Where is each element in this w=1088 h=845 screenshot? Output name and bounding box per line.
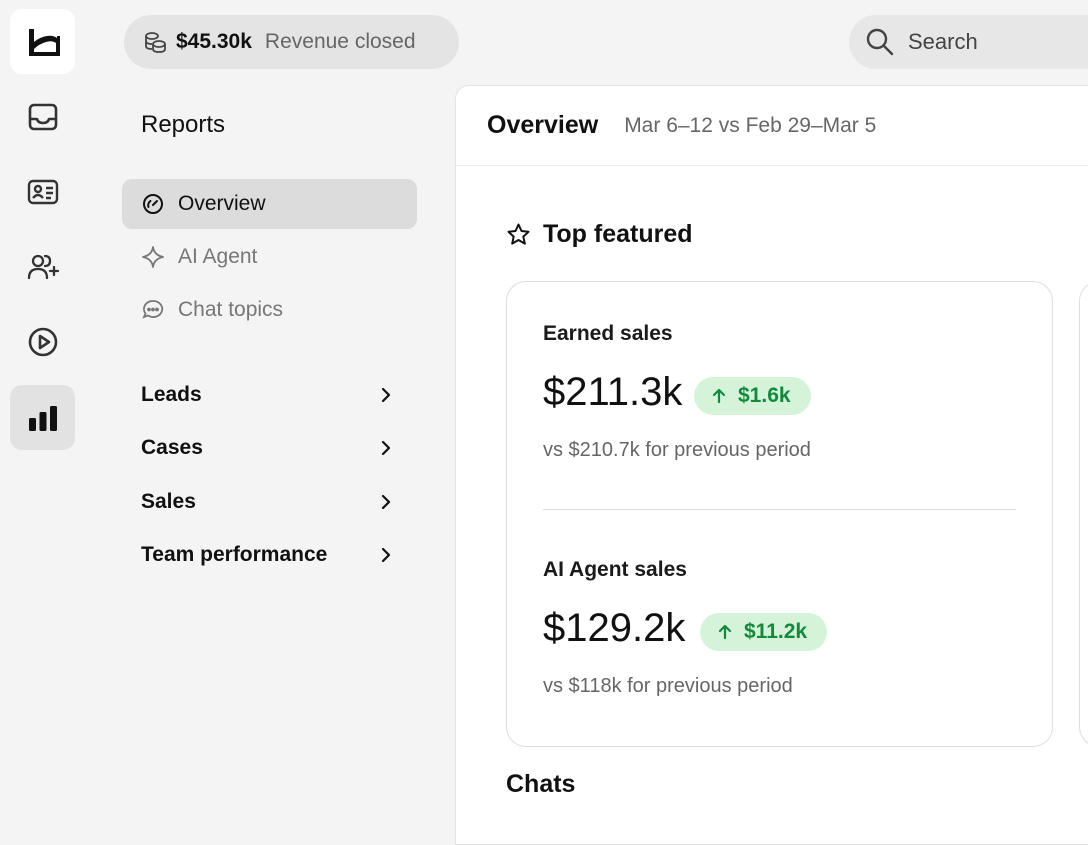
- date-range[interactable]: Mar 6–12 vs Feb 29–Mar 5: [624, 114, 876, 138]
- logo-icon: [28, 28, 60, 56]
- metric-comparison: vs $210.7k for previous period: [543, 439, 811, 461]
- sidebar-item-chat-topics[interactable]: Chat topics: [122, 285, 417, 335]
- section-top-featured: Top featured: [506, 220, 693, 249]
- contact-card-icon: [27, 179, 58, 204]
- sidebar-item-label: Overview: [178, 192, 266, 215]
- sidebar-item-label: Chat topics: [178, 298, 284, 321]
- rail-team[interactable]: [10, 234, 75, 299]
- rail-media[interactable]: [10, 309, 75, 374]
- coins-icon: [145, 31, 166, 53]
- revenue-label: Revenue closed: [264, 30, 416, 53]
- delta-value: $11.2k: [744, 620, 808, 643]
- search-icon: [866, 28, 894, 56]
- main-panel: Overview Mar 6–12 vs Feb 29–Mar 5 Top fe…: [455, 85, 1088, 845]
- chevron-right-icon: [381, 494, 391, 510]
- metric-label: Earned sales: [543, 322, 673, 345]
- rail-inbox[interactable]: [10, 84, 75, 149]
- revenue-amount: $45.30k: [176, 30, 252, 53]
- chevron-right-icon: [381, 547, 391, 563]
- chat-bubble-icon: [142, 300, 164, 319]
- main-header: Overview Mar 6–12 vs Feb 29–Mar 5: [456, 86, 1088, 166]
- sidebar-group-sales[interactable]: Sales: [141, 484, 396, 520]
- rail-reports[interactable]: [10, 385, 75, 450]
- bar-chart-icon: [28, 405, 57, 431]
- sidebar-item-label: AI Agent: [178, 245, 258, 268]
- sidebar-item-overview[interactable]: Overview: [122, 179, 417, 229]
- metric-label: AI Agent sales: [543, 558, 687, 581]
- chevron-right-icon: [381, 440, 391, 456]
- sidebar-group-label: Team performance: [141, 543, 328, 566]
- play-circle-icon: [28, 327, 57, 356]
- page-title: Overview: [487, 111, 599, 139]
- gauge-icon: [143, 194, 163, 214]
- divider: [543, 509, 1016, 510]
- metric-value: $129.2k: [543, 606, 686, 650]
- sidebar-group-label: Cases: [141, 436, 203, 459]
- app-logo[interactable]: [10, 9, 75, 74]
- section-title: Top featured: [543, 220, 693, 248]
- arrow-up-icon: [718, 624, 732, 640]
- sidebar-group-cases[interactable]: Cases: [141, 430, 396, 466]
- sidebar-item-ai-agent[interactable]: AI Agent: [122, 232, 417, 282]
- sidebar-title: Reports: [141, 111, 226, 138]
- metric-value: $211.3k: [543, 370, 683, 414]
- sidebar-group-label: Sales: [141, 490, 196, 513]
- sidebar-group-team-performance[interactable]: Team performance: [141, 537, 396, 573]
- search-input[interactable]: Search: [849, 15, 1088, 69]
- chevron-right-icon: [381, 387, 391, 403]
- sidebar-group-leads[interactable]: Leads: [141, 377, 396, 413]
- inbox-icon: [28, 103, 57, 130]
- arrow-up-icon: [712, 388, 726, 404]
- delta-value: $1.6k: [738, 384, 791, 407]
- star-icon: [507, 223, 530, 245]
- delta-badge: $1.6k: [694, 377, 811, 415]
- sparkle-icon: [142, 246, 164, 268]
- rail-contacts[interactable]: [10, 159, 75, 224]
- section-chats: Chats: [506, 770, 576, 798]
- sidebar-group-label: Leads: [141, 383, 202, 406]
- metric-card: Earned sales $211.3k $1.6k vs $210.7k fo…: [506, 281, 1053, 747]
- search-placeholder: Search: [908, 29, 978, 54]
- icon-rail: [0, 0, 84, 827]
- users-plus-icon: [27, 254, 59, 279]
- metric-card-partial: [1079, 281, 1088, 747]
- delta-badge: $11.2k: [700, 613, 828, 651]
- metric-comparison: vs $118k for previous period: [543, 675, 793, 697]
- revenue-closed-pill[interactable]: $45.30k Revenue closed: [124, 15, 459, 69]
